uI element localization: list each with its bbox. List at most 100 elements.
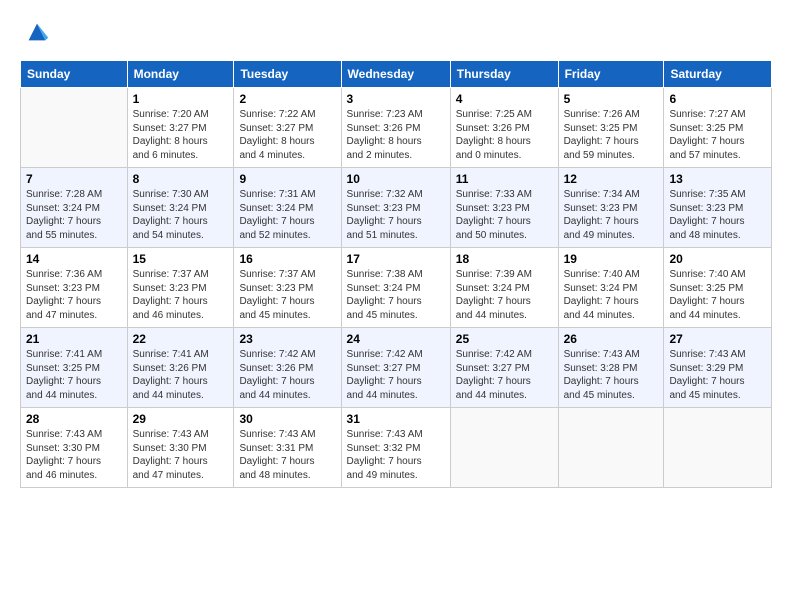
day-info: Sunrise: 7:43 AM Sunset: 3:31 PM Dayligh… <box>239 428 335 482</box>
day-info: Sunrise: 7:23 AM Sunset: 3:26 PM Dayligh… <box>347 108 445 162</box>
weekday-header-wednesday: Wednesday <box>341 61 450 88</box>
calendar-week-row: 14 Sunrise: 7:36 AM Sunset: 3:23 PM Dayli… <box>21 248 772 328</box>
day-number: 2 <box>239 92 335 106</box>
day-info: Sunrise: 7:43 AM Sunset: 3:30 PM Dayligh… <box>133 428 229 482</box>
day-info: Sunrise: 7:40 AM Sunset: 3:24 PM Dayligh… <box>564 268 659 322</box>
calendar-cell: 26 Sunrise: 7:43 AM Sunset: 3:28 PM Dayli… <box>558 328 664 408</box>
day-info: Sunrise: 7:43 AM Sunset: 3:28 PM Dayligh… <box>564 348 659 402</box>
calendar-cell: 8 Sunrise: 7:30 AM Sunset: 3:24 PM Daylig… <box>127 168 234 248</box>
day-number: 15 <box>133 252 229 266</box>
day-number: 19 <box>564 252 659 266</box>
calendar-cell <box>21 88 128 168</box>
calendar-cell: 7 Sunrise: 7:28 AM Sunset: 3:24 PM Daylig… <box>21 168 128 248</box>
calendar-cell: 13 Sunrise: 7:35 AM Sunset: 3:23 PM Dayli… <box>664 168 772 248</box>
logo <box>20 18 51 46</box>
day-info: Sunrise: 7:32 AM Sunset: 3:23 PM Dayligh… <box>347 188 445 242</box>
day-number: 14 <box>26 252 122 266</box>
calendar-week-row: 28Sunrise: 7:43 AM Sunset: 3:30 PM Dayli… <box>21 408 772 488</box>
calendar-cell: 2 Sunrise: 7:22 AM Sunset: 3:27 PM Daylig… <box>234 88 341 168</box>
day-info: Sunrise: 7:42 AM Sunset: 3:27 PM Dayligh… <box>456 348 553 402</box>
day-number: 10 <box>347 172 445 186</box>
calendar-cell <box>664 408 772 488</box>
day-info: Sunrise: 7:22 AM Sunset: 3:27 PM Dayligh… <box>239 108 335 162</box>
day-number: 13 <box>669 172 766 186</box>
calendar-cell: 18Sunrise: 7:39 AM Sunset: 3:24 PM Dayli… <box>450 248 558 328</box>
calendar-cell: 16 Sunrise: 7:37 AM Sunset: 3:23 PM Dayli… <box>234 248 341 328</box>
calendar-cell: 31Sunrise: 7:43 AM Sunset: 3:32 PM Dayli… <box>341 408 450 488</box>
day-number: 21 <box>26 332 122 346</box>
calendar-cell: 10 Sunrise: 7:32 AM Sunset: 3:23 PM Dayli… <box>341 168 450 248</box>
weekday-header-friday: Friday <box>558 61 664 88</box>
day-number: 1 <box>133 92 229 106</box>
day-number: 17 <box>347 252 445 266</box>
day-number: 16 <box>239 252 335 266</box>
day-info: Sunrise: 7:36 AM Sunset: 3:23 PM Dayligh… <box>26 268 122 322</box>
day-number: 29 <box>133 412 229 426</box>
day-info: Sunrise: 7:41 AM Sunset: 3:25 PM Dayligh… <box>26 348 122 402</box>
calendar-cell: 3 Sunrise: 7:23 AM Sunset: 3:26 PM Daylig… <box>341 88 450 168</box>
calendar-table: SundayMondayTuesdayWednesdayThursdayFrid… <box>20 60 772 488</box>
day-info: Sunrise: 7:27 AM Sunset: 3:25 PM Dayligh… <box>669 108 766 162</box>
day-info: Sunrise: 7:20 AM Sunset: 3:27 PM Dayligh… <box>133 108 229 162</box>
weekday-header-row: SundayMondayTuesdayWednesdayThursdayFrid… <box>21 61 772 88</box>
calendar-cell <box>558 408 664 488</box>
day-info: Sunrise: 7:26 AM Sunset: 3:25 PM Dayligh… <box>564 108 659 162</box>
day-info: Sunrise: 7:43 AM Sunset: 3:30 PM Dayligh… <box>26 428 122 482</box>
day-number: 18 <box>456 252 553 266</box>
weekday-header-saturday: Saturday <box>664 61 772 88</box>
calendar-cell: 11 Sunrise: 7:33 AM Sunset: 3:23 PM Dayli… <box>450 168 558 248</box>
day-number: 24 <box>347 332 445 346</box>
day-number: 12 <box>564 172 659 186</box>
logo-icon <box>23 18 51 46</box>
calendar-cell: 27 Sunrise: 7:43 AM Sunset: 3:29 PM Dayli… <box>664 328 772 408</box>
day-number: 20 <box>669 252 766 266</box>
calendar-cell: 6 Sunrise: 7:27 AM Sunset: 3:25 PM Daylig… <box>664 88 772 168</box>
day-number: 3 <box>347 92 445 106</box>
day-info: Sunrise: 7:25 AM Sunset: 3:26 PM Dayligh… <box>456 108 553 162</box>
day-number: 11 <box>456 172 553 186</box>
day-number: 7 <box>26 172 122 186</box>
day-number: 23 <box>239 332 335 346</box>
weekday-header-monday: Monday <box>127 61 234 88</box>
day-info: Sunrise: 7:31 AM Sunset: 3:24 PM Dayligh… <box>239 188 335 242</box>
calendar-week-row: 1 Sunrise: 7:20 AM Sunset: 3:27 PM Daylig… <box>21 88 772 168</box>
day-number: 8 <box>133 172 229 186</box>
calendar-cell: 28Sunrise: 7:43 AM Sunset: 3:30 PM Dayli… <box>21 408 128 488</box>
day-info: Sunrise: 7:42 AM Sunset: 3:26 PM Dayligh… <box>239 348 335 402</box>
calendar-cell: 22 Sunrise: 7:41 AM Sunset: 3:26 PM Dayli… <box>127 328 234 408</box>
day-number: 5 <box>564 92 659 106</box>
calendar-cell: 5 Sunrise: 7:26 AM Sunset: 3:25 PM Daylig… <box>558 88 664 168</box>
calendar-cell: 1 Sunrise: 7:20 AM Sunset: 3:27 PM Daylig… <box>127 88 234 168</box>
day-number: 30 <box>239 412 335 426</box>
calendar-cell: 20Sunrise: 7:40 AM Sunset: 3:25 PM Dayli… <box>664 248 772 328</box>
day-info: Sunrise: 7:28 AM Sunset: 3:24 PM Dayligh… <box>26 188 122 242</box>
day-info: Sunrise: 7:33 AM Sunset: 3:23 PM Dayligh… <box>456 188 553 242</box>
header <box>20 18 772 46</box>
day-number: 27 <box>669 332 766 346</box>
day-info: Sunrise: 7:30 AM Sunset: 3:24 PM Dayligh… <box>133 188 229 242</box>
weekday-header-thursday: Thursday <box>450 61 558 88</box>
day-number: 22 <box>133 332 229 346</box>
day-number: 26 <box>564 332 659 346</box>
day-number: 9 <box>239 172 335 186</box>
day-info: Sunrise: 7:41 AM Sunset: 3:26 PM Dayligh… <box>133 348 229 402</box>
calendar-cell: 30 Sunrise: 7:43 AM Sunset: 3:31 PM Dayli… <box>234 408 341 488</box>
day-number: 6 <box>669 92 766 106</box>
calendar-cell: 17 Sunrise: 7:38 AM Sunset: 3:24 PM Dayli… <box>341 248 450 328</box>
calendar-cell: 9 Sunrise: 7:31 AM Sunset: 3:24 PM Daylig… <box>234 168 341 248</box>
calendar-cell: 15Sunrise: 7:37 AM Sunset: 3:23 PM Dayli… <box>127 248 234 328</box>
day-number: 25 <box>456 332 553 346</box>
page-container: SundayMondayTuesdayWednesdayThursdayFrid… <box>0 0 792 498</box>
day-info: Sunrise: 7:37 AM Sunset: 3:23 PM Dayligh… <box>239 268 335 322</box>
calendar-week-row: 21 Sunrise: 7:41 AM Sunset: 3:25 PM Dayli… <box>21 328 772 408</box>
day-info: Sunrise: 7:35 AM Sunset: 3:23 PM Dayligh… <box>669 188 766 242</box>
calendar-cell: 19 Sunrise: 7:40 AM Sunset: 3:24 PM Dayli… <box>558 248 664 328</box>
calendar-cell: 12 Sunrise: 7:34 AM Sunset: 3:23 PM Dayli… <box>558 168 664 248</box>
day-info: Sunrise: 7:43 AM Sunset: 3:29 PM Dayligh… <box>669 348 766 402</box>
calendar-cell: 4Sunrise: 7:25 AM Sunset: 3:26 PM Daylig… <box>450 88 558 168</box>
weekday-header-sunday: Sunday <box>21 61 128 88</box>
calendar-week-row: 7 Sunrise: 7:28 AM Sunset: 3:24 PM Daylig… <box>21 168 772 248</box>
day-info: Sunrise: 7:42 AM Sunset: 3:27 PM Dayligh… <box>347 348 445 402</box>
day-info: Sunrise: 7:38 AM Sunset: 3:24 PM Dayligh… <box>347 268 445 322</box>
day-info: Sunrise: 7:34 AM Sunset: 3:23 PM Dayligh… <box>564 188 659 242</box>
